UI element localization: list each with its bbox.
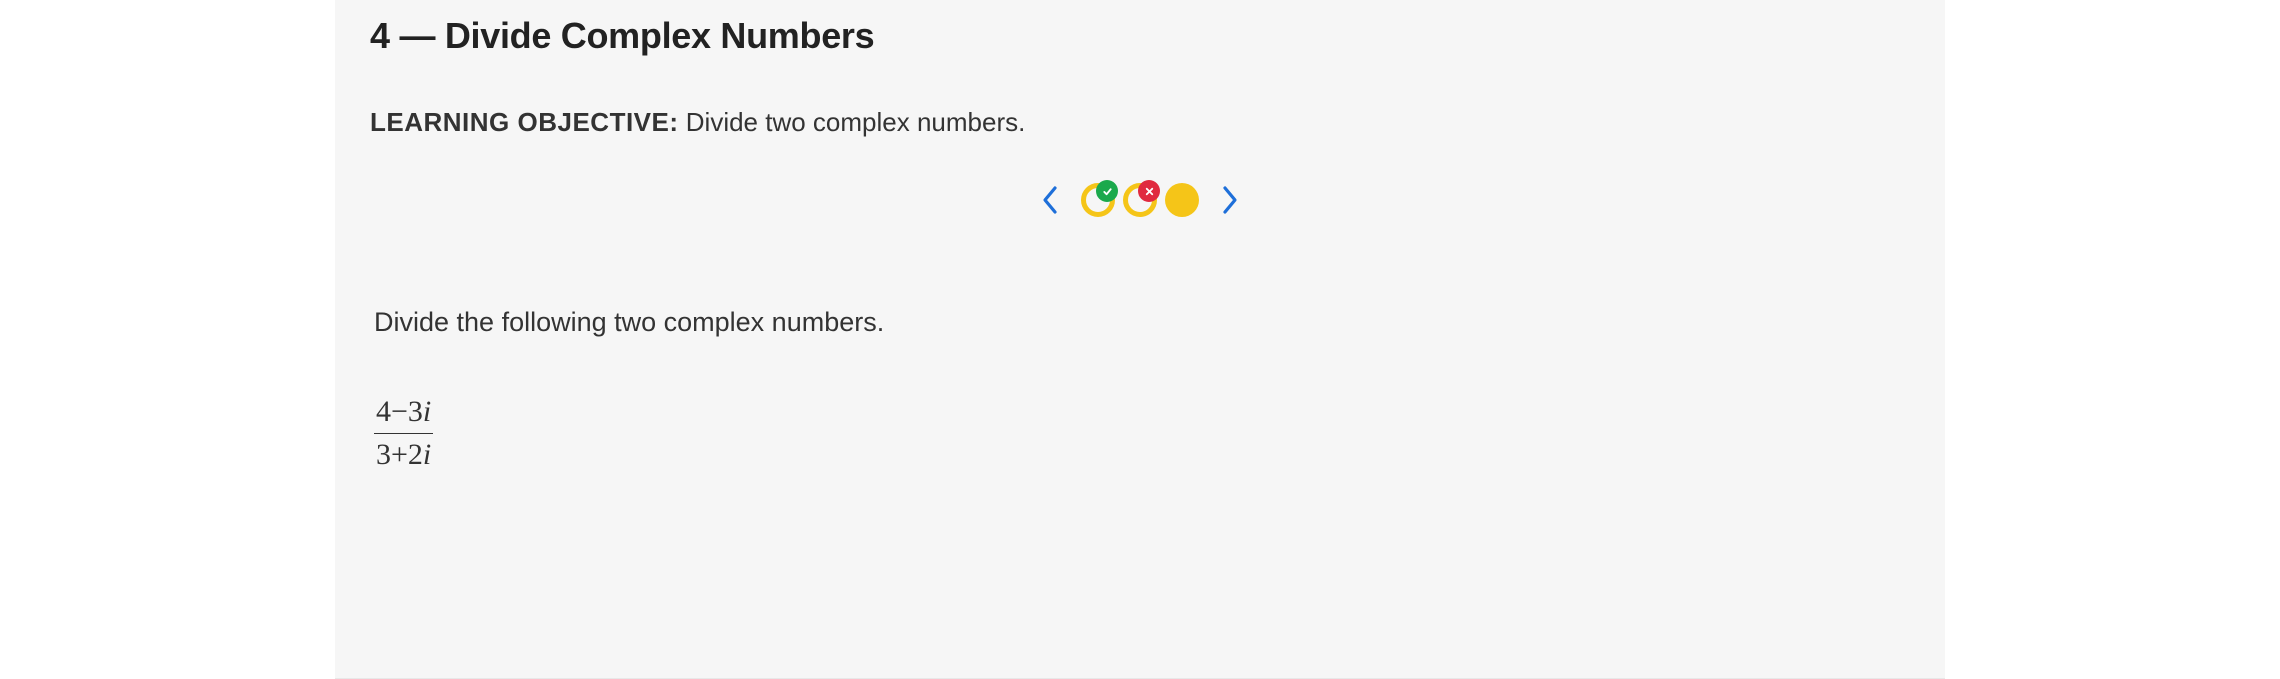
previous-button[interactable] xyxy=(1033,183,1067,217)
learning-objective: LEARNING OBJECTIVE: Divide two complex n… xyxy=(370,107,1910,138)
correct-badge xyxy=(1096,180,1118,202)
next-button[interactable] xyxy=(1213,183,1247,217)
num-b: 3 xyxy=(408,395,423,428)
num-op: − xyxy=(391,395,408,428)
section-number: 4 xyxy=(370,15,390,56)
num-a: 4 xyxy=(376,395,391,428)
den-a: 3 xyxy=(376,438,391,471)
chevron-left-icon xyxy=(1041,185,1059,215)
lesson-panel: 4 — Divide Complex Numbers LEARNING OBJE… xyxy=(335,0,1945,679)
progress-step-1[interactable] xyxy=(1081,183,1115,217)
chevron-right-icon xyxy=(1221,185,1239,215)
x-icon xyxy=(1144,186,1155,197)
lesson-content: 4 — Divide Complex Numbers LEARNING OBJE… xyxy=(335,0,1945,508)
learning-objective-text: Divide two complex numbers. xyxy=(686,107,1026,137)
progress-step-2[interactable] xyxy=(1123,183,1157,217)
section-separator: — xyxy=(399,15,435,56)
num-i: i xyxy=(423,395,431,428)
progress-navigation xyxy=(370,183,1910,217)
den-op: + xyxy=(391,438,408,471)
check-icon xyxy=(1102,186,1113,197)
progress-step-3-current[interactable] xyxy=(1165,183,1199,217)
question-prompt: Divide the following two complex numbers… xyxy=(370,307,1910,338)
incorrect-badge xyxy=(1138,180,1160,202)
fraction-numerator: 4−3i xyxy=(374,393,433,433)
den-b: 2 xyxy=(408,438,423,471)
question-expression: 4−3i 3+2i xyxy=(370,393,433,473)
fraction-denominator: 3+2i xyxy=(374,433,433,474)
den-i: i xyxy=(423,438,431,471)
section-title: 4 — Divide Complex Numbers xyxy=(370,15,1910,57)
section-title-text: Divide Complex Numbers xyxy=(445,15,875,56)
learning-objective-label: LEARNING OBJECTIVE: xyxy=(370,107,679,137)
